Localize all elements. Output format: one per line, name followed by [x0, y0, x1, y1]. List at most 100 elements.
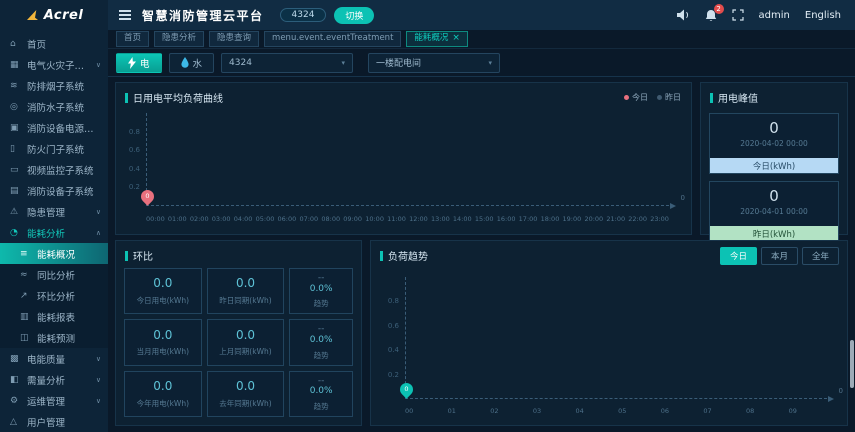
sidebar-item[interactable]: ▩ 电能质量 ∨: [0, 348, 108, 369]
menu-item-label: 首页: [27, 39, 47, 51]
fullscreen-icon[interactable]: [731, 9, 744, 21]
tab[interactable]: menu.event.eventTreatment: [264, 31, 402, 47]
peak-bar-today: 今日(kWh): [710, 158, 838, 173]
range-button[interactable]: 全年: [801, 247, 839, 265]
daily-load-chart: 0 0: [137, 113, 685, 209]
stat-value: 0.0: [153, 327, 173, 342]
menu-item-icon: ≋: [10, 80, 18, 91]
sidebar-item[interactable]: ⚙ 运维管理 ∨: [0, 390, 108, 411]
chevron-icon: ∨: [95, 207, 101, 216]
menu-item-label: 用户管理: [27, 417, 66, 429]
compare-grid: 0.0 今日用电(kWh) 0.0 昨日同期(kWh) -- 0.0% 趋势 0…: [124, 268, 353, 417]
stat-value: 0.0: [153, 379, 173, 394]
stat-value: 0.0%: [309, 334, 333, 345]
axis-end-label: 0: [838, 387, 843, 395]
sidebar-item[interactable]: ≡ 能耗概况: [0, 243, 108, 264]
legend-item-yesterday[interactable]: 昨日: [657, 92, 681, 103]
tab-label: 隐患查询: [217, 33, 252, 44]
data-point-pin[interactable]: 0: [396, 380, 416, 399]
header: Acrel 智慧消防管理云平台 4324 切换 2 admin English: [0, 0, 855, 30]
x-tick-label: 01:00: [167, 215, 187, 223]
tab[interactable]: 能耗概况 ×: [406, 31, 468, 47]
range-button[interactable]: 本月: [760, 247, 798, 265]
room-select[interactable]: 一楼配电间 ▾: [368, 52, 501, 73]
sidebar-item[interactable]: ◫ 能耗预测: [0, 327, 108, 348]
y-axis-ticks: 0.8 0.6 0.4 0.2: [120, 113, 142, 206]
menu-item-label: 消防设备子系统: [27, 186, 94, 198]
sidebar-item[interactable]: ▥ 能耗报表: [0, 306, 108, 327]
legend-dot-yesterday: [657, 95, 662, 100]
main-area: 首页 隐患分析 隐患查询 menu.event.eventTreatment 能…: [108, 30, 855, 432]
menu-item-label: 防排烟子系统: [27, 81, 85, 93]
legend-item-today[interactable]: 今日: [624, 92, 648, 103]
stat-dash: --: [317, 375, 325, 386]
x-tick-label: 04:00: [233, 215, 253, 223]
sidebar-item[interactable]: ⌂ 首页: [0, 33, 108, 54]
switch-button[interactable]: 切换: [334, 6, 375, 24]
sidebar-item[interactable]: ▣ 消防设备电源子系统: [0, 117, 108, 138]
header-right: 2 admin English: [676, 3, 855, 22]
x-tick-label: 00: [405, 407, 414, 415]
x-tick-label: 05: [618, 407, 627, 415]
sidebar-item[interactable]: ▤ 消防设备子系统: [0, 180, 108, 201]
menu-collapse-icon[interactable]: [119, 10, 131, 20]
tab[interactable]: 首页: [116, 31, 150, 47]
sidebar-item[interactable]: ↗ 环比分析: [0, 285, 108, 306]
x-tick-label: 16:00: [496, 215, 516, 223]
notification-count-badge: 2: [713, 3, 724, 14]
tab-label: 首页: [124, 33, 142, 44]
tab-close-icon[interactable]: ×: [452, 34, 460, 43]
water-toggle-button[interactable]: 水: [168, 52, 215, 73]
menu-item-icon: ▭: [10, 164, 19, 175]
x-tick-label: 19:00: [562, 215, 582, 223]
menu-item-label: 环比分析: [37, 291, 76, 303]
notification-bell-icon[interactable]: 2: [705, 3, 724, 22]
tab[interactable]: 隐患查询: [209, 31, 260, 47]
room-select-value: 一楼配电间: [376, 59, 422, 69]
menu-item-icon: ⌂: [10, 38, 16, 49]
scrollbar-thumb[interactable]: [850, 340, 854, 388]
chevron-icon: ∨: [95, 60, 101, 69]
content: 日用电平均负荷曲线 今日 昨日 0.8 0.6 0.4 0.2 0 0 00:00 01…: [108, 77, 855, 432]
title-bar-accent: [710, 92, 713, 103]
x-tick-label: 10:00: [365, 215, 384, 223]
range-button[interactable]: 今日: [719, 247, 757, 265]
menu-item-label: 消防水子系统: [27, 102, 85, 114]
menu-item-label: 能耗报表: [37, 312, 76, 324]
sidebar-item[interactable]: △ 用户管理: [0, 411, 108, 432]
stat-card: -- 0.0% 趋势: [289, 370, 353, 417]
peak-date: 2020-04-01 00:00: [740, 206, 808, 216]
sidebar-item[interactable]: ◎ 消防水子系统: [0, 96, 108, 117]
count-badge: 4324: [279, 8, 327, 22]
stat-label: 趋势: [313, 402, 329, 412]
data-point-pin[interactable]: 0: [137, 187, 157, 206]
announcement-icon[interactable]: [676, 9, 690, 21]
device-select[interactable]: 4324 ▾: [221, 52, 354, 73]
electric-toggle-button[interactable]: 电: [116, 52, 162, 73]
y-tick-label: 0.4: [387, 346, 399, 355]
sidebar-item[interactable]: ⚠ 隐患管理 ∨: [0, 201, 108, 222]
sidebar-item[interactable]: ▦ 电气火灾子系统 ∨: [0, 54, 108, 75]
sidebar-item[interactable]: ▯ 防火门子系统: [0, 138, 108, 159]
y-tick-label: 0.4: [128, 164, 140, 173]
menu-item-label: 电气火灾子系统: [27, 60, 92, 72]
language-switch[interactable]: English: [805, 10, 841, 21]
x-tick-label: 06: [660, 407, 670, 415]
stat-card: -- 0.0% 趋势: [289, 268, 353, 315]
x-tick-label: 21:00: [606, 215, 626, 223]
sidebar-item[interactable]: ≋ 防排烟子系统: [0, 75, 108, 96]
load-trend-panel: 负荷趋势 今日 本月 全年 0.8 0.6 0.4 0.2 0 0 00 01 …: [370, 240, 848, 426]
user-menu[interactable]: admin: [759, 10, 790, 21]
stat-card: 0.0 去年同期(kWh): [206, 370, 285, 417]
tab[interactable]: 隐患分析: [154, 31, 205, 47]
x-tick-label: 23:00: [650, 215, 669, 223]
sidebar-item[interactable]: ≈ 同比分析: [0, 264, 108, 285]
x-tick-label: 07: [703, 407, 712, 415]
sidebar-item[interactable]: ◧ 需量分析 ∨: [0, 369, 108, 390]
panel-title: 环比: [116, 241, 361, 263]
sidebar-item[interactable]: ▭ 视频监控子系统: [0, 159, 108, 180]
sidebar-item[interactable]: ◔ 能耗分析 ∧: [0, 222, 108, 243]
x-tick-label: 17:00: [518, 215, 538, 223]
menu-item-icon: ⚠: [10, 206, 19, 217]
y-tick-label: 0.6: [387, 321, 399, 330]
